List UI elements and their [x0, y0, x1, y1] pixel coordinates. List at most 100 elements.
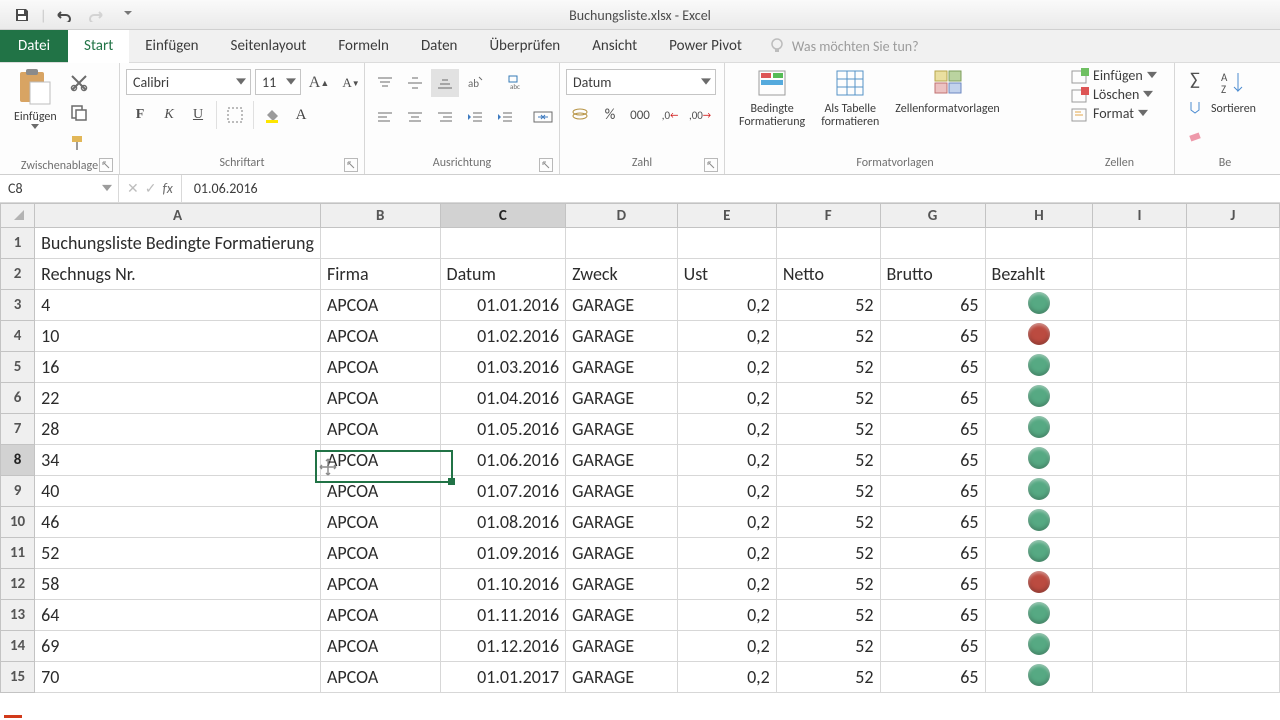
decrease-indent-button[interactable] [461, 103, 489, 131]
grow-font-button[interactable]: A▲ [305, 69, 333, 97]
row-header-3[interactable]: 3 [1, 290, 35, 321]
underline-button[interactable]: U [184, 101, 212, 129]
cell-D13[interactable]: GARAGE [566, 600, 677, 631]
cell-H10[interactable] [985, 507, 1093, 538]
column-header-J[interactable]: J [1186, 204, 1279, 228]
cell-F5[interactable]: 52 [776, 352, 880, 383]
cell-E2[interactable]: Ust [677, 259, 776, 290]
align-top-button[interactable] [371, 69, 399, 97]
cell-B7[interactable]: APCOA [320, 414, 440, 445]
cell-E7[interactable]: 0,2 [677, 414, 776, 445]
cell-G6[interactable]: 65 [880, 383, 985, 414]
name-box[interactable]: C8 [0, 175, 119, 202]
cell-D5[interactable]: GARAGE [566, 352, 677, 383]
cell-G4[interactable]: 65 [880, 321, 985, 352]
cell-F6[interactable]: 52 [776, 383, 880, 414]
tab-powerpivot[interactable]: Power Pivot [653, 30, 758, 62]
row-header-8[interactable]: 8 [1, 445, 35, 476]
cell-G14[interactable]: 65 [880, 631, 985, 662]
cell-C4[interactable]: 01.02.2016 [440, 321, 566, 352]
cell-F7[interactable]: 52 [776, 414, 880, 445]
cell-E4[interactable]: 0,2 [677, 321, 776, 352]
cell-F3[interactable]: 52 [776, 290, 880, 321]
cell-E1[interactable] [677, 228, 776, 259]
cell-A15[interactable]: 70 [35, 662, 321, 693]
cell-F10[interactable]: 52 [776, 507, 880, 538]
row-header-14[interactable]: 14 [1, 631, 35, 662]
cell-H1[interactable] [985, 228, 1093, 259]
cell-A5[interactable]: 16 [35, 352, 321, 383]
cell-J6[interactable] [1186, 383, 1279, 414]
cell-G8[interactable]: 65 [880, 445, 985, 476]
cell-F11[interactable]: 52 [776, 538, 880, 569]
cell-G10[interactable]: 65 [880, 507, 985, 538]
paste-button[interactable]: Einfügen [6, 65, 65, 131]
cell-B11[interactable]: APCOA [320, 538, 440, 569]
cell-B3[interactable]: APCOA [320, 290, 440, 321]
cell-G1[interactable] [880, 228, 985, 259]
cell-D9[interactable]: GARAGE [566, 476, 677, 507]
column-header-C[interactable]: C [440, 204, 566, 228]
cell-J4[interactable] [1186, 321, 1279, 352]
cell-I8[interactable] [1093, 445, 1186, 476]
cell-A14[interactable]: 69 [35, 631, 321, 662]
cell-E15[interactable]: 0,2 [677, 662, 776, 693]
cell-H6[interactable] [985, 383, 1093, 414]
cell-I1[interactable] [1093, 228, 1186, 259]
cell-C6[interactable]: 01.04.2016 [440, 383, 566, 414]
sort-filter-button[interactable]: AZ Sortieren [1209, 65, 1258, 118]
cell-H11[interactable] [985, 538, 1093, 569]
orientation-button[interactable]: ab [461, 69, 489, 97]
cell-G12[interactable]: 65 [880, 569, 985, 600]
cell-E6[interactable]: 0,2 [677, 383, 776, 414]
cell-J10[interactable] [1186, 507, 1279, 538]
cell-H9[interactable] [985, 476, 1093, 507]
column-header-A[interactable]: A [35, 204, 321, 228]
tab-ansicht[interactable]: Ansicht [576, 30, 653, 62]
tab-formeln[interactable]: Formeln [322, 30, 405, 62]
cell-D11[interactable]: GARAGE [566, 538, 677, 569]
insert-cells-button[interactable]: Einfügen [1071, 67, 1157, 84]
fill-button[interactable] [1181, 93, 1209, 121]
align-middle-button[interactable] [401, 69, 429, 97]
cell-H3[interactable] [985, 290, 1093, 321]
row-header-15[interactable]: 15 [1, 662, 35, 693]
align-left-button[interactable] [371, 103, 399, 131]
cell-F4[interactable]: 52 [776, 321, 880, 352]
cell-E3[interactable]: 0,2 [677, 290, 776, 321]
cell-F1[interactable] [776, 228, 880, 259]
tab-daten[interactable]: Daten [405, 30, 473, 62]
cell-E8[interactable]: 0,2 [677, 445, 776, 476]
align-bottom-button[interactable] [431, 69, 459, 97]
tab-datei[interactable]: Datei [0, 30, 68, 62]
tab-ueberpruefen[interactable]: Überprüfen [473, 30, 576, 62]
cell-H2[interactable]: Bezahlt [985, 259, 1093, 290]
cell-I5[interactable] [1093, 352, 1186, 383]
percent-format-button[interactable]: % [596, 101, 624, 129]
cell-I10[interactable] [1093, 507, 1186, 538]
row-header-13[interactable]: 13 [1, 600, 35, 631]
cell-C14[interactable]: 01.12.2016 [440, 631, 566, 662]
cell-I4[interactable] [1093, 321, 1186, 352]
formula-input[interactable]: 01.06.2016 [182, 175, 1280, 202]
cell-I2[interactable] [1093, 259, 1186, 290]
cell-J12[interactable] [1186, 569, 1279, 600]
clipboard-dialog-launcher[interactable] [99, 158, 113, 172]
cell-J2[interactable] [1186, 259, 1279, 290]
cell-G15[interactable]: 65 [880, 662, 985, 693]
cell-J3[interactable] [1186, 290, 1279, 321]
alignment-dialog-launcher[interactable] [539, 158, 553, 172]
cell-A2[interactable]: Rechnugs Nr. [35, 259, 321, 290]
cell-D15[interactable]: GARAGE [566, 662, 677, 693]
increase-indent-button[interactable] [491, 103, 519, 131]
bold-button[interactable]: F [126, 101, 154, 129]
row-header-11[interactable]: 11 [1, 538, 35, 569]
row-header-12[interactable]: 12 [1, 569, 35, 600]
tab-seitenlayout[interactable]: Seitenlayout [215, 30, 323, 62]
cell-D3[interactable]: GARAGE [566, 290, 677, 321]
number-dialog-launcher[interactable] [704, 158, 718, 172]
tab-einfuegen[interactable]: Einfügen [129, 30, 214, 62]
cell-C13[interactable]: 01.11.2016 [440, 600, 566, 631]
cell-J8[interactable] [1186, 445, 1279, 476]
cell-C8[interactable]: 01.06.2016 [440, 445, 566, 476]
